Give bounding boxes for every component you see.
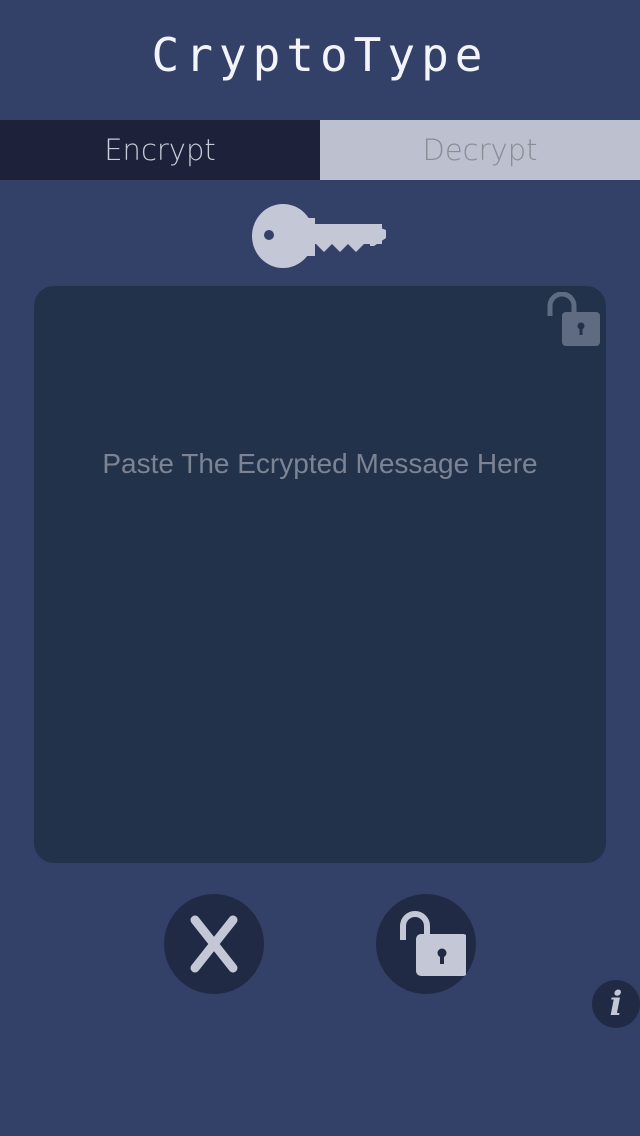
message-input[interactable]: Paste The Ecrypted Message Here [34,286,606,863]
mode-tabs: Encrypt Decrypt [0,120,640,180]
app-title: CryptoType [151,28,489,82]
key-icon [252,202,388,275]
unlock-icon [400,911,466,976]
unlock-button[interactable] [376,894,476,994]
unlock-icon[interactable] [546,291,604,355]
close-icon [190,915,238,973]
clear-button[interactable] [164,894,264,994]
info-button[interactable]: i [592,980,640,1028]
tab-decrypt[interactable]: Decrypt [320,120,640,180]
info-icon: i [609,984,623,1024]
message-placeholder: Paste The Ecrypted Message Here [102,448,538,479]
tab-encrypt[interactable]: Encrypt [0,120,320,180]
